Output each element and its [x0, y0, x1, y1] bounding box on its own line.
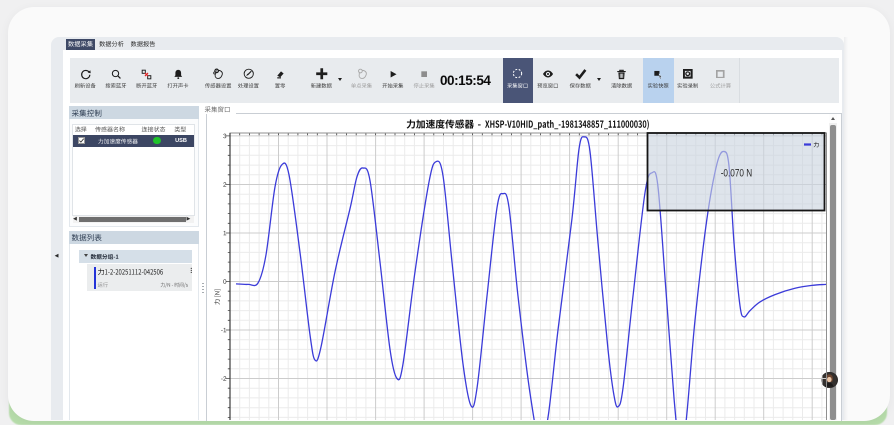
- svg-text:0: 0: [223, 279, 227, 286]
- svg-text:1: 1: [223, 230, 227, 237]
- svg-text:-1: -1: [221, 327, 227, 334]
- svg-text:-2: -2: [221, 376, 227, 383]
- svg-text:-0.070 N: -0.070 N: [721, 168, 753, 180]
- svg-text:2: 2: [223, 182, 227, 189]
- svg-text:3: 3: [223, 133, 227, 140]
